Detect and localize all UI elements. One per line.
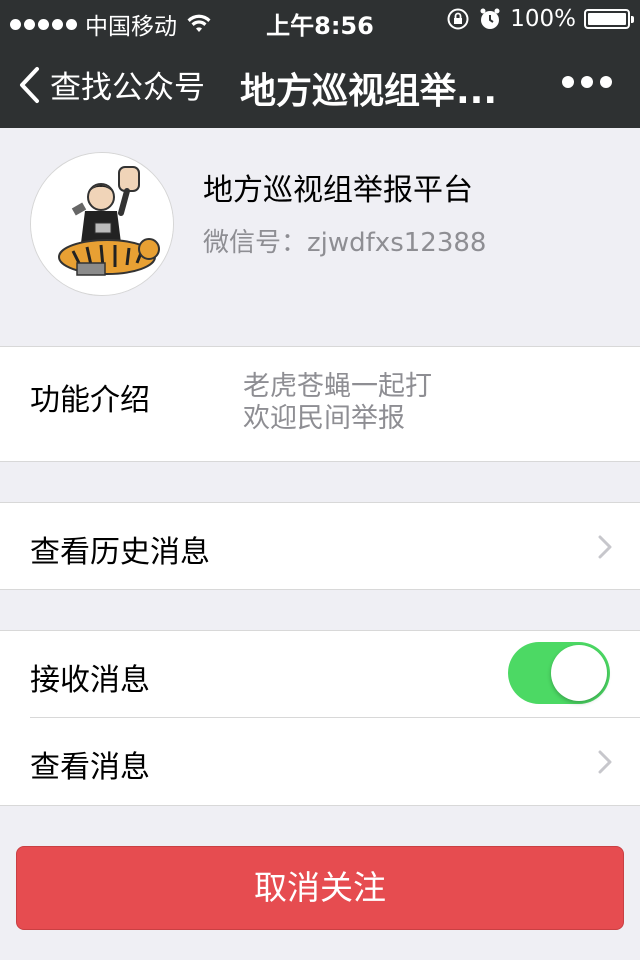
toggle-knob (551, 645, 607, 701)
intro-section: 功能介绍 老虎苍蝇一起打 欢迎民间举报 (0, 346, 640, 462)
view-messages-label: 查看消息 (30, 750, 150, 785)
receive-messages-label: 接收消息 (30, 663, 150, 698)
chevron-right-icon (598, 750, 612, 774)
avatar[interactable] (30, 152, 174, 296)
alarm-icon (480, 8, 500, 29)
intro-line-1: 老虎苍蝇一起打 (243, 371, 432, 402)
navigation-bar: 查找公众号 地方巡视组举... (0, 40, 640, 128)
chevron-right-icon (598, 535, 612, 559)
more-icon[interactable] (562, 76, 612, 88)
page-title: 地方巡视组举... (240, 71, 498, 112)
status-right: 100% (446, 6, 634, 32)
receive-messages-row: 接收消息 (0, 631, 640, 718)
tiger-cartoon-avatar (31, 153, 173, 295)
wechat-id: 微信号：zjwdfxs12388 (203, 222, 486, 259)
battery-icon (584, 9, 634, 29)
message-settings-group: 接收消息 查看消息 (0, 630, 640, 806)
unfollow-button[interactable]: 取消关注 (16, 846, 624, 930)
receive-messages-toggle[interactable] (508, 642, 610, 704)
view-history-row[interactable]: 查看历史消息 (0, 502, 640, 590)
lock-rotation-icon (447, 8, 469, 30)
view-history-label: 查看历史消息 (30, 535, 210, 570)
intro-label: 功能介绍 (30, 383, 150, 418)
account-name: 地方巡视组举报平台 (203, 173, 473, 208)
wechat-id-value: zjwdfxs12388 (307, 228, 487, 258)
intro-line-2: 欢迎民间举报 (243, 403, 405, 434)
view-messages-row[interactable]: 查看消息 (0, 718, 640, 804)
chevron-left-icon (20, 66, 39, 103)
back-label: 查找公众号 (50, 70, 205, 106)
status-bar: 中国移动 上午8:56 100% (0, 0, 640, 40)
battery-percent: 100% (510, 6, 576, 32)
wechat-id-label: 微信号： (203, 228, 308, 258)
back-button[interactable]: 查找公众号 (18, 62, 205, 107)
intro-text: 老虎苍蝇一起打 欢迎民间举报 (243, 371, 432, 435)
